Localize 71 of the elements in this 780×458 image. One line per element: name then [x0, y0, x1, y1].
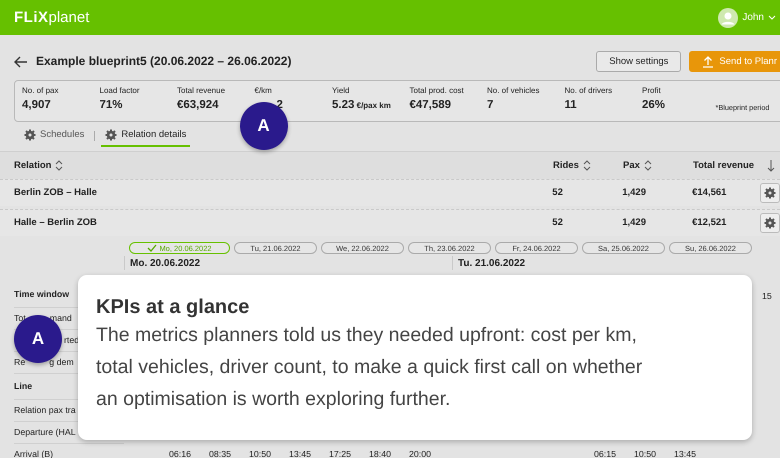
- row-label: Relation pax tra: [14, 405, 76, 416]
- time-cell-text: 08:35: [208, 448, 232, 458]
- time-cell-text: 10:50: [248, 448, 272, 458]
- row-label: Re: [14, 357, 26, 368]
- settings-button[interactable]: Show settings: [596, 51, 682, 72]
- kpi-label: No. of pax: [22, 86, 60, 96]
- row-label: Line: [14, 381, 32, 392]
- kpi-value: 5.23: [332, 98, 354, 112]
- kpi-value: 71%: [100, 98, 123, 112]
- time-cell-text: 13:45: [288, 448, 312, 458]
- table-cell-text: 1,429: [622, 187, 647, 199]
- kpi-label: Load factor: [100, 86, 141, 96]
- time-cell-text: 20:00: [408, 448, 432, 458]
- kpi-value: 7: [487, 98, 494, 112]
- time-cell-text: 17:25: [328, 448, 352, 458]
- gear-icon: [24, 128, 36, 140]
- column-header[interactable]: Total revenue: [693, 160, 754, 172]
- sort-descending-icon[interactable]: [767, 160, 775, 172]
- kpi-label: No. of drivers: [564, 86, 614, 96]
- kpi-value: 26%: [642, 98, 666, 112]
- time-cell-text: 06:15: [592, 448, 617, 458]
- settings-button[interactable]: [760, 183, 780, 203]
- logo: FLiXplanet: [14, 8, 90, 26]
- day-heading: Tu. 21.06.2022: [452, 256, 780, 270]
- table-cell-text: Berlin ZOB – Halle: [14, 187, 98, 199]
- column-header[interactable]: Relation: [14, 160, 52, 172]
- row-label: Departure (HAL: [14, 427, 76, 438]
- table-cell-text: €12,521: [692, 217, 728, 229]
- kpi-label: Total prod. cost: [410, 86, 465, 96]
- kpi-value: 4,907: [22, 98, 51, 112]
- table-cell-text: 1,429: [622, 217, 647, 229]
- avatar-icon: [718, 8, 738, 28]
- back-arrow-icon[interactable]: [14, 56, 28, 68]
- kpi-unit: €/pax km: [356, 100, 391, 110]
- column-header[interactable]: Rides: [553, 160, 579, 172]
- gear-icon: [764, 187, 776, 199]
- sort-icon[interactable]: [55, 160, 64, 171]
- tab[interactable]: Relation details: [101, 126, 190, 146]
- gear-icon: [764, 217, 776, 229]
- column-header[interactable]: Pax: [623, 160, 640, 172]
- day-heading: Mo. 20.06.2022: [124, 256, 452, 270]
- kpi-value: 11: [564, 98, 577, 112]
- kpi-label: €/km: [254, 86, 273, 96]
- kpi-value: €47,589: [410, 98, 452, 112]
- row-label: g dem: [49, 357, 74, 368]
- kpi-label: No. of vehicles: [487, 86, 540, 96]
- kpi-label: Profit: [642, 86, 662, 96]
- time-cell-text: 06:16: [168, 448, 192, 458]
- time-cell-text: 18:40: [368, 448, 392, 458]
- settings-button[interactable]: [760, 213, 780, 233]
- upload-icon: [702, 56, 714, 68]
- tooltip-title: KPIs at a glance: [96, 295, 250, 319]
- time-cell-text: 10:50: [632, 448, 657, 458]
- tab[interactable]: Schedules: [20, 126, 88, 146]
- table-cell-text: Halle – Berlin ZOB: [14, 217, 98, 229]
- kpi-label: Yield: [332, 86, 350, 96]
- gear-icon: [105, 128, 118, 140]
- page-title: Example blueprint5 (20.06.2022 – 26.06.2022): [36, 54, 292, 69]
- table-cell-text: 52: [552, 217, 564, 229]
- tooltip-text: The metrics planners told us they needed upfront: cost per km, total vehicles, driver count, to make a quick first call on whether an optimisation is worth exploring further.: [96, 323, 644, 412]
- row-label: mand: [50, 313, 72, 324]
- sort-icon[interactable]: [582, 160, 591, 171]
- kpi-value: €63,924: [177, 98, 219, 112]
- table-cell-text: €14,561: [692, 187, 728, 199]
- check-icon: [147, 244, 158, 252]
- time-cell-text: 13:45: [672, 448, 697, 458]
- row-label: Time window: [14, 289, 70, 300]
- kpi-label: Total revenue: [177, 86, 226, 96]
- table-cell-text: 52: [552, 187, 564, 199]
- time-window-value: 15: [762, 291, 772, 302]
- sort-icon[interactable]: [644, 160, 652, 171]
